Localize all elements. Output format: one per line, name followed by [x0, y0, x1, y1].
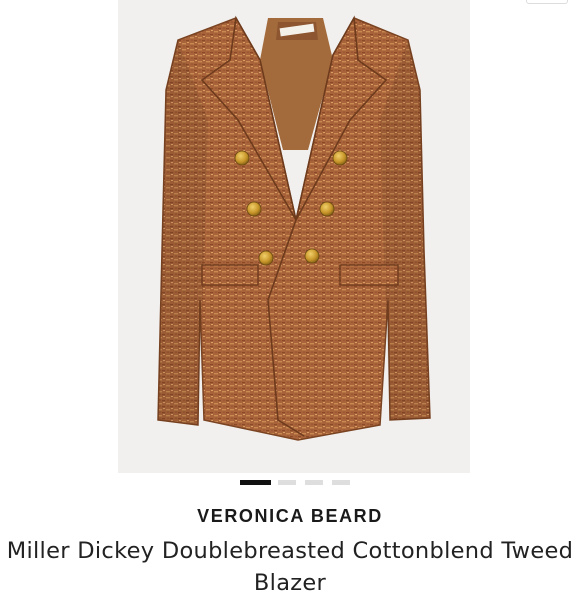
carousel-dot-1[interactable]	[240, 480, 271, 485]
blazer-illustration	[157, 15, 431, 441]
product-image[interactable]	[118, 0, 470, 473]
carousel-indicator	[0, 480, 580, 486]
carousel-dot-4[interactable]	[332, 480, 350, 485]
carousel-dot-3[interactable]	[305, 480, 323, 485]
product-title: Miller Dickey Doublebreasted Cottonblend…	[6, 538, 574, 596]
top-right-button[interactable]	[526, 0, 568, 4]
carousel-dot-2[interactable]	[278, 480, 296, 485]
brand-name[interactable]: VERONICA BEARD	[0, 506, 580, 527]
